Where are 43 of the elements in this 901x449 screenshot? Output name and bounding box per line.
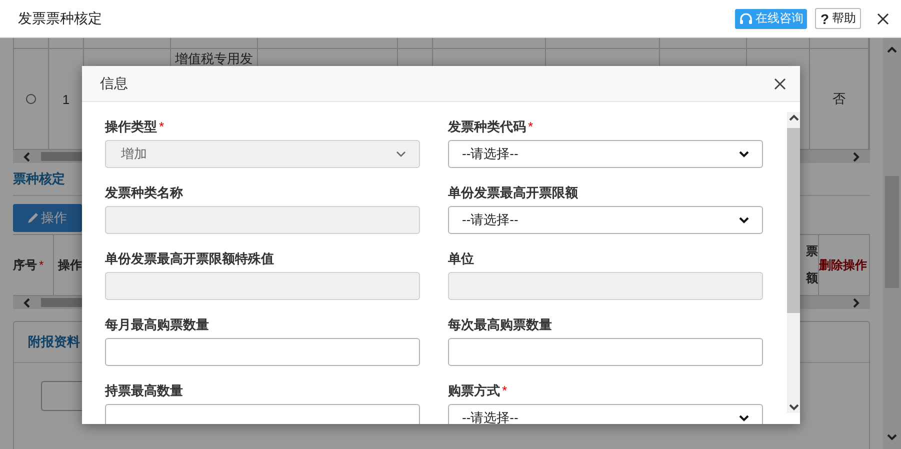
- vertical-scrollbar[interactable]: [787, 112, 800, 413]
- required-mark: *: [159, 119, 164, 134]
- input-field[interactable]: [448, 338, 763, 366]
- table-cell: 增值税专用发: [175, 50, 253, 68]
- operate-button[interactable]: 操作: [13, 204, 82, 232]
- column-header: 序号: [13, 256, 37, 274]
- section-tab[interactable]: 票种核定: [13, 170, 65, 188]
- table-cell: 1: [62, 92, 70, 106]
- required-mark: *: [502, 383, 508, 398]
- attachment-tab[interactable]: 附报资料: [28, 333, 80, 351]
- field-label: 发票种类代码: [448, 118, 526, 136]
- field-label: 每月最高购票数量: [105, 316, 209, 334]
- pencil-icon: [27, 212, 39, 224]
- field-label: 购票方式: [448, 382, 500, 400]
- table-cell: 否: [832, 90, 846, 108]
- close-icon[interactable]: [877, 12, 889, 24]
- field-label: 发票种类名称: [105, 184, 183, 202]
- required-mark: *: [39, 258, 44, 272]
- input-field[interactable]: [105, 338, 420, 366]
- field-label: 操作类型: [105, 118, 157, 136]
- close-icon[interactable]: [774, 78, 786, 90]
- dialog-title: 信息: [100, 74, 128, 92]
- headset-icon: [739, 12, 754, 26]
- required-mark: *: [528, 119, 534, 134]
- field-label: 单份发票最高开票限额特殊值: [105, 250, 274, 268]
- consult-button[interactable]: 在线咨询: [735, 8, 808, 28]
- column-header: 额: [806, 271, 818, 287]
- help-button[interactable]: ? 帮助: [815, 8, 861, 29]
- input-field[interactable]: [105, 404, 420, 424]
- dropdown[interactable]: --请选择--: [448, 140, 763, 168]
- field-label: 每次最高购票数量: [448, 316, 552, 334]
- field-label: 持票最高数量: [105, 382, 183, 400]
- radio-button[interactable]: [26, 94, 36, 104]
- column-header: 票: [806, 243, 818, 260]
- window-title: 发票票种核定: [18, 10, 102, 28]
- dropdown[interactable]: --请选择--: [448, 206, 763, 234]
- scrollbar-thumb[interactable]: [787, 128, 800, 313]
- dropdown[interactable]: --请选择--: [448, 404, 763, 424]
- scrollbar-thumb[interactable]: [885, 176, 899, 288]
- field-label: 单份发票最高开票限额: [448, 184, 578, 202]
- field-label: 单位: [448, 250, 474, 268]
- column-header: 操作: [58, 256, 82, 274]
- column-header: 删除操作: [819, 256, 867, 274]
